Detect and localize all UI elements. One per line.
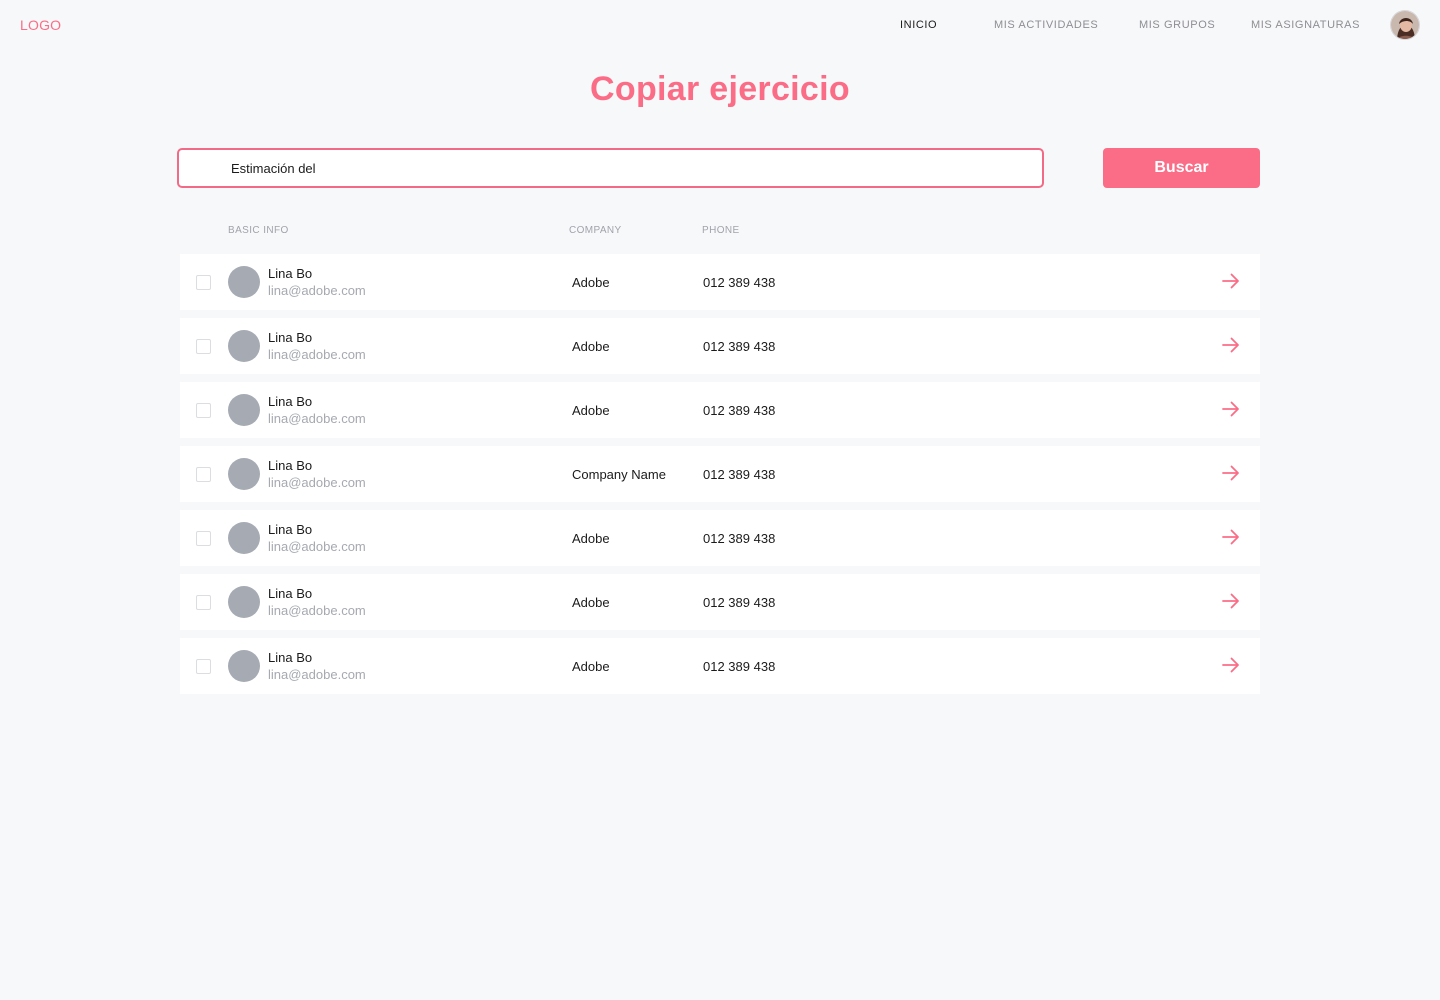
column-header-basic-info: BASIC INFO bbox=[228, 225, 289, 236]
logo[interactable]: LOGO bbox=[20, 17, 61, 33]
contact-company: Adobe bbox=[572, 531, 610, 546]
row-checkbox[interactable] bbox=[196, 595, 211, 610]
contact-phone: 012 389 438 bbox=[703, 467, 776, 482]
contact-company: Adobe bbox=[572, 339, 610, 354]
contact-company: Adobe bbox=[572, 595, 610, 610]
arrow-right-icon[interactable] bbox=[1220, 590, 1242, 612]
search-input[interactable] bbox=[177, 148, 1044, 188]
contact-company: Company Name bbox=[572, 467, 666, 482]
row-checkbox[interactable] bbox=[196, 659, 211, 674]
row-checkbox[interactable] bbox=[196, 467, 211, 482]
contact-email: lina@adobe.com bbox=[268, 283, 366, 298]
arrow-right-icon[interactable] bbox=[1220, 526, 1242, 548]
avatar bbox=[228, 586, 260, 618]
page-title: Copiar ejercicio bbox=[590, 70, 850, 108]
contact-company: Adobe bbox=[572, 659, 610, 674]
table-row[interactable]: Lina Bo lina@adobe.com Adobe 012 389 438 bbox=[180, 510, 1260, 566]
contact-email: lina@adobe.com bbox=[268, 411, 366, 426]
search-button[interactable]: Buscar bbox=[1103, 148, 1260, 188]
contact-company: Adobe bbox=[572, 275, 610, 290]
table-row[interactable]: Lina Bo lina@adobe.com Adobe 012 389 438 bbox=[180, 574, 1260, 630]
row-checkbox[interactable] bbox=[196, 531, 211, 546]
contact-name: Lina Bo bbox=[268, 522, 313, 537]
contact-phone: 012 389 438 bbox=[703, 531, 776, 546]
nav-item-mis-asignaturas[interactable]: MIS ASIGNATURAS bbox=[1251, 19, 1360, 31]
nav-item-inicio[interactable]: INICIO bbox=[900, 19, 937, 31]
nav-item-mis-actividades[interactable]: MIS ACTIVIDADES bbox=[994, 19, 1098, 31]
contact-company: Adobe bbox=[572, 403, 610, 418]
table-row[interactable]: Lina Bo lina@adobe.com Adobe 012 389 438 bbox=[180, 318, 1260, 374]
arrow-right-icon[interactable] bbox=[1220, 654, 1242, 676]
contact-email: lina@adobe.com bbox=[268, 347, 366, 362]
avatar bbox=[228, 458, 260, 490]
contact-name: Lina Bo bbox=[268, 394, 313, 409]
nav-item-mis-grupos[interactable]: MIS GRUPOS bbox=[1139, 19, 1215, 31]
contact-email: lina@adobe.com bbox=[268, 667, 366, 682]
user-photo-icon bbox=[1391, 11, 1419, 39]
arrow-right-icon[interactable] bbox=[1220, 270, 1242, 292]
contact-name: Lina Bo bbox=[268, 330, 313, 345]
row-checkbox[interactable] bbox=[196, 339, 211, 354]
avatar bbox=[228, 650, 260, 682]
avatar bbox=[228, 330, 260, 362]
contact-email: lina@adobe.com bbox=[268, 603, 366, 618]
contact-phone: 012 389 438 bbox=[703, 403, 776, 418]
column-header-company: COMPANY bbox=[569, 225, 622, 236]
contact-email: lina@adobe.com bbox=[268, 475, 366, 490]
column-header-phone: PHONE bbox=[702, 225, 740, 236]
contact-list: Lina Bo lina@adobe.com Adobe 012 389 438… bbox=[180, 254, 1260, 702]
contact-name: Lina Bo bbox=[268, 650, 313, 665]
table-row[interactable]: Lina Bo lina@adobe.com Adobe 012 389 438 bbox=[180, 254, 1260, 310]
arrow-right-icon[interactable] bbox=[1220, 398, 1242, 420]
user-avatar[interactable] bbox=[1390, 10, 1420, 40]
arrow-right-icon[interactable] bbox=[1220, 462, 1242, 484]
contact-name: Lina Bo bbox=[268, 266, 313, 281]
avatar bbox=[228, 266, 260, 298]
arrow-right-icon[interactable] bbox=[1220, 334, 1242, 356]
contact-phone: 012 389 438 bbox=[703, 339, 776, 354]
contact-name: Lina Bo bbox=[268, 586, 313, 601]
table-row[interactable]: Lina Bo lina@adobe.com Company Name 012 … bbox=[180, 446, 1260, 502]
row-checkbox[interactable] bbox=[196, 275, 211, 290]
table-row[interactable]: Lina Bo lina@adobe.com Adobe 012 389 438 bbox=[180, 382, 1260, 438]
contact-phone: 012 389 438 bbox=[703, 659, 776, 674]
contact-email: lina@adobe.com bbox=[268, 539, 366, 554]
row-checkbox[interactable] bbox=[196, 403, 211, 418]
table-row[interactable]: Lina Bo lina@adobe.com Adobe 012 389 438 bbox=[180, 638, 1260, 694]
top-bar: LOGO INICIO MIS ACTIVIDADES MIS GRUPOS M… bbox=[0, 0, 1440, 50]
avatar bbox=[228, 394, 260, 426]
contact-name: Lina Bo bbox=[268, 458, 313, 473]
contact-phone: 012 389 438 bbox=[703, 275, 776, 290]
contact-phone: 012 389 438 bbox=[703, 595, 776, 610]
avatar bbox=[228, 522, 260, 554]
